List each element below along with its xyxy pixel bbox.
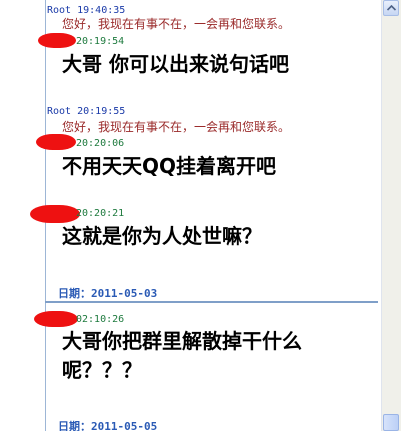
date-label: 日期： (58, 420, 91, 431)
chat-history-pane: Root 19:40:35 您好，我现在有事不在，一会再和您联系。 20:19:… (0, 0, 382, 431)
message-header: 02:10:26 (76, 314, 124, 326)
scroll-thumb[interactable] (383, 414, 399, 431)
sender-name: Root (47, 5, 72, 16)
vertical-scrollbar[interactable] (381, 0, 401, 431)
message-time: 20:20:21 (76, 208, 125, 219)
message-time: 20:19:54 (76, 36, 125, 47)
message-time: 20:20:06 (76, 138, 125, 149)
redacted-sender-name (38, 33, 76, 48)
date-label: 日期： (58, 287, 91, 300)
date-value: 2011-05-05 (91, 420, 158, 431)
date-value: 2011-05-03 (91, 287, 158, 300)
message-time: 19:40:35 (77, 5, 126, 16)
redacted-sender-name (30, 205, 80, 223)
message-header: 20:19:54 (76, 36, 124, 48)
message-text: 大哥你把群里解散掉干什么呢？？？ (62, 329, 302, 382)
chevron-up-icon (387, 5, 396, 11)
redacted-sender-name (36, 134, 76, 150)
sender-name: Root (47, 106, 72, 117)
message-header: Root 19:40:35 (47, 5, 125, 17)
redacted-sender-name (34, 311, 78, 327)
message-time: 02:10:26 (76, 314, 125, 325)
message-header: 20:20:21 (76, 208, 124, 220)
auto-reply-text: 您好，我现在有事不在，一会再和您联系。 (62, 120, 291, 134)
auto-reply-text: 您好，我现在有事不在，一会再和您联系。 (62, 17, 291, 31)
message-text: 不用天天QQ挂着离开吧 (62, 154, 277, 178)
date-separator-label: 日期：2011-05-03 (58, 285, 157, 301)
message-text: 大哥 你可以出来说句话吧 (62, 52, 289, 76)
message-time: 20:19:55 (77, 106, 126, 117)
scroll-up-button[interactable] (383, 0, 399, 16)
message-header: Root 20:19:55 (47, 106, 125, 118)
message-header: 20:20:06 (76, 138, 124, 150)
date-separator-line (45, 301, 378, 303)
message-text: 这就是你为人处世嘛？ (62, 224, 262, 248)
date-separator-label: 日期：2011-05-05 (58, 418, 157, 431)
